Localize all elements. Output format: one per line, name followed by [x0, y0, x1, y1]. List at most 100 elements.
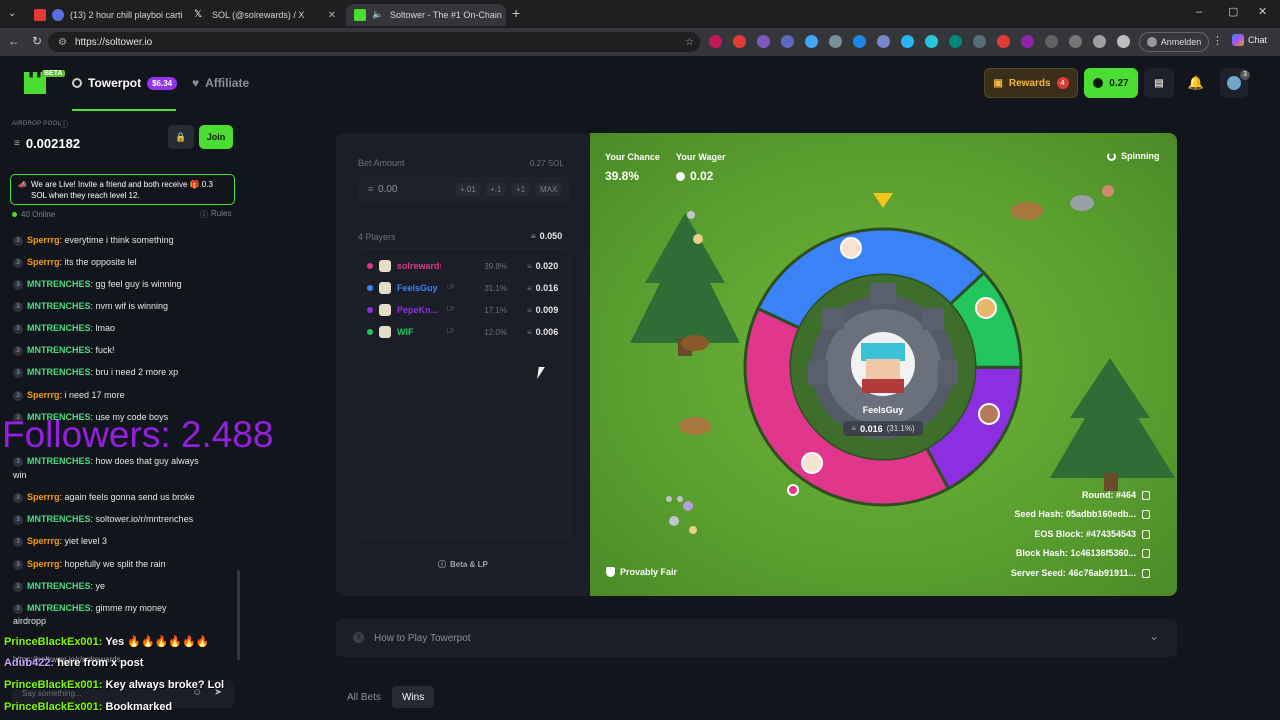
extension-icon[interactable]	[997, 35, 1010, 48]
chat-message: 3 Sperrrg: everytime i think something	[13, 234, 233, 247]
chat-username[interactable]: MNTRENCHES	[27, 603, 91, 613]
site-info-icon[interactable]: ⚙	[58, 37, 67, 48]
tab-soltower[interactable]: 🔈 Soltower - The #1 On-Chain ✕	[346, 4, 506, 26]
how-to-play-accordion[interactable]: ? How to Play Towerpot ⌄	[336, 619, 1177, 657]
player-row[interactable]: FeelsGuy LP 31.1% ≡ 0.016	[367, 279, 562, 297]
extension-icon[interactable]	[781, 35, 794, 48]
chat-username[interactable]: MNTRENCHES	[27, 456, 91, 466]
extension-icon[interactable]	[973, 35, 986, 48]
extension-icon[interactable]	[829, 35, 842, 48]
new-tab-button[interactable]: +	[512, 5, 520, 21]
chat-username[interactable]: Sperrrg	[27, 390, 60, 400]
extension-icon[interactable]	[877, 35, 890, 48]
tab-title: Soltower - The #1 On-Chain	[390, 10, 502, 20]
copy-icon[interactable]	[1142, 510, 1150, 520]
extension-icon[interactable]	[1117, 35, 1130, 48]
chat-message: 3 MNTRENCHES: bru i need 2 more xp	[13, 366, 233, 379]
profile-button[interactable]: Anmelden	[1139, 32, 1209, 52]
chat-username[interactable]: Sperrrg	[27, 235, 60, 245]
back-icon[interactable]: ←	[8, 34, 20, 48]
extension-icon[interactable]	[1045, 35, 1058, 48]
extension-icon[interactable]	[901, 35, 914, 48]
extension-icon[interactable]	[1021, 35, 1034, 48]
chat-scrollbar[interactable]	[237, 570, 240, 660]
menu-icon[interactable]: ⋮	[1212, 34, 1223, 47]
max-button[interactable]: MAX	[536, 183, 562, 196]
rewards-label: Rewards	[1008, 77, 1051, 89]
rewards-button[interactable]: ▣ Rewards 4	[984, 68, 1078, 98]
player-row[interactable]: WIF LP 12.0% ≡ 0.006	[367, 323, 562, 341]
chat-username[interactable]: MNTRENCHES	[27, 323, 91, 333]
tab-wins[interactable]: Wins	[392, 686, 435, 708]
close-icon[interactable]: ✕	[328, 10, 336, 21]
tower-merlon	[938, 361, 958, 385]
tab-list-icon[interactable]: ⌄	[8, 8, 16, 19]
player-avatar	[379, 260, 391, 272]
chat-username[interactable]: MNTRENCHES	[27, 514, 91, 524]
join-button[interactable]: Join	[199, 125, 233, 149]
chat-username[interactable]: Sperrrg	[27, 559, 60, 569]
stream-chat-user: PrinceBlackEx001:	[4, 679, 103, 691]
beta-lp-link[interactable]: ⓘ Beta & LP	[438, 559, 488, 570]
reload-icon[interactable]: ↻	[32, 34, 42, 48]
tab-youtube[interactable]: (13) 2 hour chill playboi carti ✕	[26, 4, 186, 26]
chat-username[interactable]: Sperrrg	[27, 257, 60, 267]
announcement-text: We are Live! Invite a friend and both re…	[31, 180, 213, 200]
extension-icon[interactable]	[709, 35, 722, 48]
extension-icon[interactable]	[949, 35, 962, 48]
bookmark-star-icon[interactable]: ☆	[685, 37, 694, 48]
wallet-button[interactable]: ▤	[1144, 68, 1174, 98]
add-001-button[interactable]: +.01	[456, 183, 480, 196]
extension-icon[interactable]	[805, 35, 818, 48]
player-row[interactable]: solrewards 39.8% ≡ 0.020	[367, 257, 562, 275]
bell-icon[interactable]: 🔔	[1182, 68, 1210, 98]
chat-username[interactable]: MNTRENCHES	[27, 367, 91, 377]
chat-label: Chat	[1248, 35, 1268, 45]
extension-icon[interactable]	[853, 35, 866, 48]
rules-link[interactable]: ⓘ Rules	[200, 209, 231, 220]
address-bar[interactable]: ⚙ https://soltower.io ☆	[48, 32, 700, 52]
tab-x[interactable]: 𝕏 SOL (@solrewards) / X ✕	[186, 4, 344, 26]
info-icon[interactable]: ⓘ	[60, 119, 68, 130]
game-svg	[630, 185, 1175, 534]
maximize-button[interactable]: ▢	[1228, 5, 1238, 18]
extension-icon[interactable]	[925, 35, 938, 48]
airdrop-pool-label: AIRDROP POOL	[12, 121, 62, 127]
lock-button[interactable]: 🔒	[168, 125, 194, 149]
extension-icon[interactable]	[733, 35, 746, 48]
player-avatar	[978, 403, 1000, 425]
add-1-button[interactable]: +1	[512, 183, 530, 196]
add-01-button[interactable]: +.1	[486, 183, 506, 196]
stream-chat-text: Yes 🔥🔥🔥🔥🔥🔥	[105, 636, 210, 648]
chat-username[interactable]: MNTRENCHES	[27, 345, 91, 355]
player-row[interactable]: PepeKn... LP 17.1% ≡ 0.009	[367, 301, 562, 319]
close-window-button[interactable]: ✕	[1258, 5, 1267, 18]
seed-hash-line: Seed Hash: 05adbb160edb...	[1014, 509, 1150, 520]
bet-amount-input[interactable]: ≡ 0.00 +.01 +.1 +1 MAX	[358, 177, 570, 203]
tower-merlon	[822, 308, 844, 330]
copy-icon[interactable]	[1142, 549, 1150, 559]
provably-fair-badge[interactable]: Provably Fair	[606, 567, 677, 577]
pot-total: ≡ 0.050	[531, 231, 562, 241]
balance-button[interactable]: 0.27	[1084, 68, 1138, 98]
stream-chat-line: PrinceBlackEx001: Bookmarked	[4, 701, 172, 713]
nav-affiliate[interactable]: ♥ Affiliate	[192, 76, 249, 90]
nav-towerpot[interactable]: Towerpot $6.34	[72, 76, 178, 90]
extension-icon[interactable]	[1093, 35, 1106, 48]
your-wager-label: Your Wager	[676, 152, 726, 162]
chat-username[interactable]: MNTRENCHES	[27, 301, 91, 311]
copy-icon[interactable]	[1142, 569, 1150, 579]
copy-icon[interactable]	[1142, 491, 1150, 501]
notification-count: 3	[1240, 70, 1250, 80]
chat-username[interactable]: Sperrrg	[27, 536, 60, 546]
copilot-chat-button[interactable]: Chat	[1232, 34, 1267, 46]
copy-icon[interactable]	[1142, 530, 1150, 540]
tab-label: Wins	[402, 691, 425, 703]
minimize-button[interactable]: –	[1196, 6, 1202, 18]
chat-username[interactable]: MNTRENCHES	[27, 581, 91, 591]
extension-icon[interactable]	[1069, 35, 1082, 48]
chat-username[interactable]: MNTRENCHES	[27, 279, 91, 289]
tab-all-bets[interactable]: All Bets	[337, 686, 391, 708]
extension-icon[interactable]	[757, 35, 770, 48]
chat-username[interactable]: Sperrrg	[27, 492, 60, 502]
